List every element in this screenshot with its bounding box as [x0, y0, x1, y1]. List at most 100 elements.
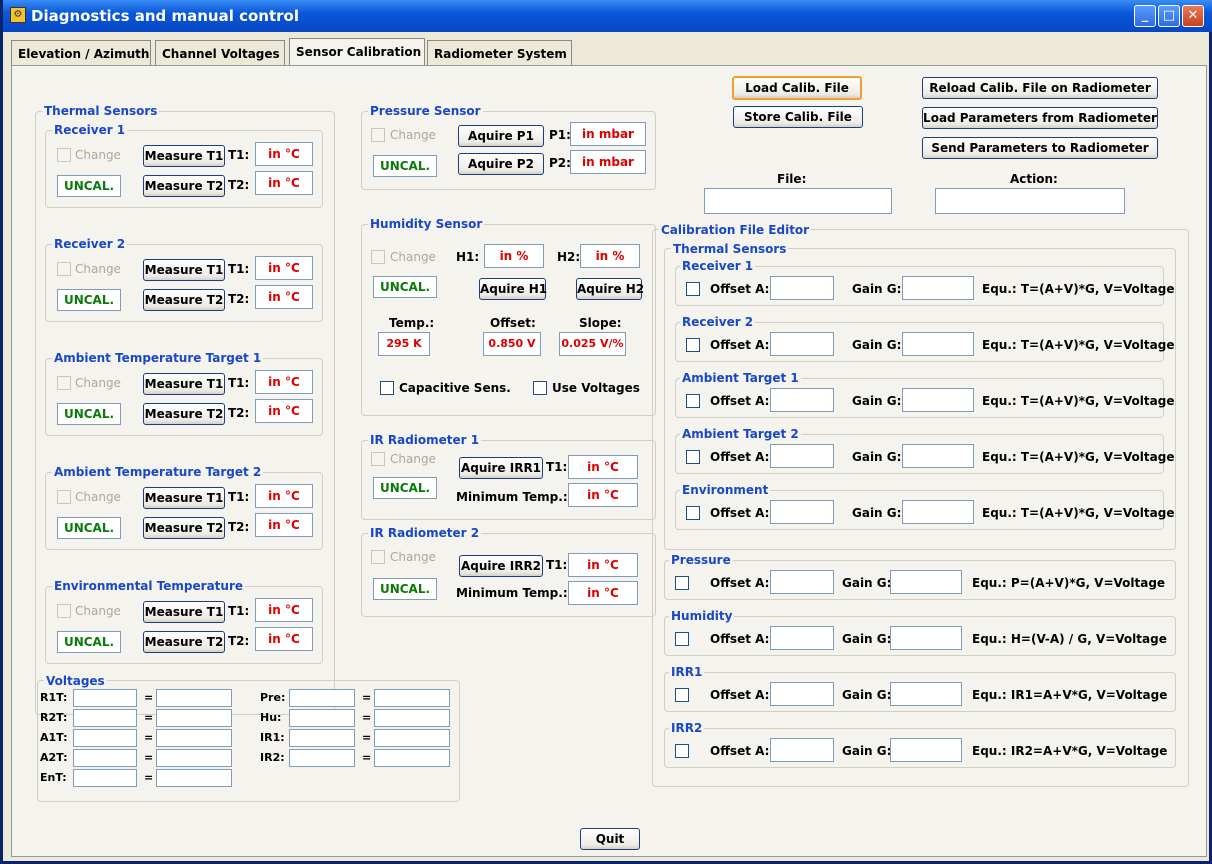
tab-radiometer-system[interactable]: Radiometer System [427, 40, 572, 66]
capacitive-sens-checkbox[interactable] [380, 381, 394, 395]
thermal-group-5-measure-t2-button[interactable]: Measure T2 [143, 631, 225, 653]
thermal-group-3-t2-label: T2: [228, 406, 250, 420]
irr2-change-label: Change [390, 550, 436, 564]
thermal-group-2-measure-t1-button[interactable]: Measure T1 [143, 259, 225, 281]
thermal-group-3-measure-t1-button[interactable]: Measure T1 [143, 373, 225, 395]
editor-thermal-1-gain-field[interactable] [902, 276, 974, 300]
ir-radiometer-2-title: IR Radiometer 2 [368, 526, 482, 540]
editor-humidity-offset-field[interactable] [770, 626, 834, 650]
load-calib-file-button[interactable]: Load Calib. File [732, 76, 862, 100]
thermal-group-4-measure-t1-button[interactable]: Measure T1 [143, 487, 225, 509]
voltage-right-raw-field-3 [289, 749, 355, 767]
temp-field: 295 K [378, 332, 430, 356]
thermal-group-3-uncal-badge: UNCAL. [57, 403, 121, 425]
thermal-group-3-measure-t2-button[interactable]: Measure T2 [143, 403, 225, 425]
thermal-group-1-title: Receiver 1 [52, 123, 128, 137]
voltage-value-field-1 [156, 709, 232, 727]
sensor-calibration-panel: Thermal Sensors Pressure Sensor Change A… [11, 65, 1207, 857]
editor-humidity-gain-field[interactable] [890, 626, 962, 650]
thermal-group-1-measure-t2-button[interactable]: Measure T2 [143, 175, 225, 197]
thermal-group-5-title: Environmental Temperature [52, 579, 246, 593]
thermal-group-2-change-label: Change [75, 262, 121, 276]
editor-irr2-gain-field[interactable] [890, 738, 962, 762]
editor-thermal-5-offset-field[interactable] [770, 500, 834, 524]
thermal-group-4-title: Ambient Temperature Target 2 [52, 465, 264, 479]
editor-irr2-offset-field[interactable] [770, 738, 834, 762]
thermal-group-1-measure-t1-button[interactable]: Measure T1 [143, 145, 225, 167]
editor-thermal-2-checkbox[interactable] [686, 338, 700, 352]
file-field[interactable] [704, 188, 892, 214]
editor-thermal-4-gain-field[interactable] [902, 444, 974, 468]
thermal-group-1-t1-label: T1: [228, 148, 250, 162]
editor-pressure-checkbox[interactable] [675, 576, 689, 590]
thermal-group-4-measure-t2-button[interactable]: Measure T2 [143, 517, 225, 539]
thermal-group-5-t1-field: in °C [255, 598, 313, 622]
editor-thermal-5-gain-label: Gain G: [852, 506, 902, 520]
humidity-change-label: Change [390, 250, 436, 264]
thermal-group-4-t1-label: T1: [228, 490, 250, 504]
aquire-p2-button[interactable]: Aquire P2 [458, 153, 544, 175]
editor-thermal-3-gain-label: Gain G: [852, 394, 902, 408]
thermal-group-5-measure-t1-button[interactable]: Measure T1 [143, 601, 225, 623]
editor-thermal-5-offset-label: Offset A: [710, 506, 770, 520]
store-calib-file-button[interactable]: Store Calib. File [733, 106, 863, 128]
h1-field: in % [484, 244, 544, 268]
quit-button[interactable]: Quit [580, 828, 640, 850]
thermal-group-2-measure-t2-button[interactable]: Measure T2 [143, 289, 225, 311]
editor-irr1-offset-field[interactable] [770, 682, 834, 706]
voltage-right-eq-0: = [362, 691, 372, 704]
editor-irr2-checkbox[interactable] [675, 744, 689, 758]
minimize-button[interactable]: _ [1134, 5, 1156, 27]
editor-pressure-gain-field[interactable] [890, 570, 962, 594]
send-parameters-button[interactable]: Send Parameters to Radiometer [922, 137, 1158, 159]
voltages-title: Voltages [44, 674, 107, 688]
editor-irr1-checkbox[interactable] [675, 688, 689, 702]
maximize-button[interactable]: □ [1158, 5, 1180, 27]
close-button[interactable]: ✕ [1182, 5, 1204, 27]
aquire-h1-button[interactable]: Aquire H1 [479, 278, 547, 300]
editor-thermal-3-checkbox[interactable] [686, 394, 700, 408]
editor-thermal-1-checkbox[interactable] [686, 282, 700, 296]
thermal-group-4-t2-label: T2: [228, 520, 250, 534]
main-window: ⚙ Diagnostics and manual control _ □ ✕ E… [0, 0, 1212, 864]
editor-irr1-gain-field[interactable] [890, 682, 962, 706]
tab-elevation-azimuth[interactable]: Elevation / Azimuth [11, 40, 151, 66]
thermal-group-2-title: Receiver 2 [52, 237, 128, 251]
p1-field: in mbar [570, 122, 646, 146]
voltage-value-field-4 [156, 769, 232, 787]
editor-thermal-2-gain-field[interactable] [902, 332, 974, 356]
thermal-group-1-t1-field: in °C [255, 142, 313, 166]
voltage-raw-field-0 [73, 689, 137, 707]
thermal-group-5-uncal-badge: UNCAL. [57, 631, 121, 653]
editor-pressure-title: Pressure [669, 553, 733, 567]
editor-thermal-3-offset-field[interactable] [770, 388, 834, 412]
aquire-p1-button[interactable]: Aquire P1 [458, 125, 544, 147]
aquire-h2-button[interactable]: Aquire H2 [576, 278, 644, 300]
voltage-right-value-field-0 [374, 689, 450, 707]
aquire-irr2-button[interactable]: Aquire IRR2 [459, 555, 543, 577]
voltage-label-2: A1T: [40, 731, 68, 744]
thermal-group-5-change-label: Change [75, 604, 121, 618]
reload-calib-file-button[interactable]: Reload Calib. File on Radiometer [922, 77, 1158, 99]
tab-channel-voltages[interactable]: Channel Voltages [155, 40, 285, 66]
editor-thermal-5-gain-field[interactable] [902, 500, 974, 524]
editor-thermal-1-offset-field[interactable] [770, 276, 834, 300]
voltage-eq-4: = [144, 771, 154, 784]
irr2-min-field: in °C [568, 581, 638, 605]
editor-humidity-checkbox[interactable] [675, 632, 689, 646]
use-voltages-checkbox[interactable] [533, 381, 547, 395]
aquire-irr1-button[interactable]: Aquire IRR1 [459, 457, 543, 479]
editor-thermal-4-offset-field[interactable] [770, 444, 834, 468]
editor-thermal-4-gain-label: Gain G: [852, 450, 902, 464]
thermal-group-4-uncal-badge: UNCAL. [57, 517, 121, 539]
voltage-raw-field-3 [73, 749, 137, 767]
editor-thermal-4-checkbox[interactable] [686, 450, 700, 464]
editor-thermal-5-checkbox[interactable] [686, 506, 700, 520]
editor-thermal-2-offset-field[interactable] [770, 332, 834, 356]
slope-field: 0.025 V/% [559, 332, 626, 356]
load-parameters-button[interactable]: Load Parameters from Radiometer [922, 107, 1158, 129]
editor-thermal-4-equation: Equ.: T=(A+V)*G, V=Voltage [982, 450, 1175, 464]
editor-thermal-3-gain-field[interactable] [902, 388, 974, 412]
tab-sensor-calibration[interactable]: Sensor Calibration [289, 38, 425, 66]
editor-pressure-offset-field[interactable] [770, 570, 834, 594]
